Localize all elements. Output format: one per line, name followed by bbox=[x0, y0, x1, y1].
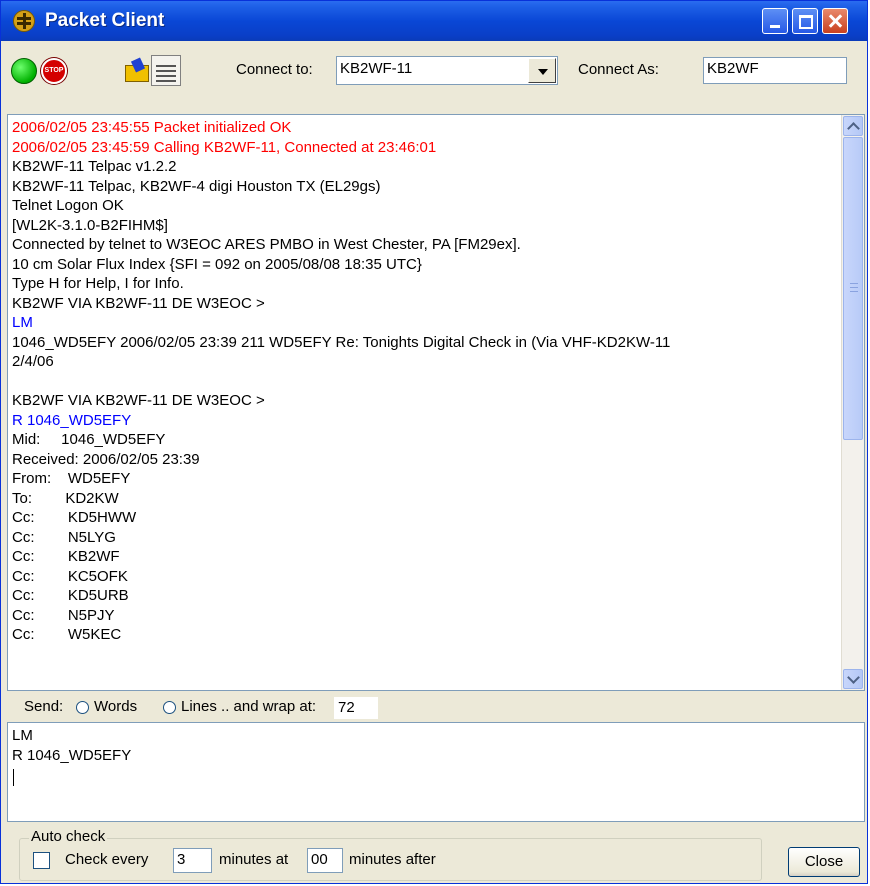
scroll-thumb[interactable] bbox=[843, 137, 863, 440]
log-line: Cc: N5LYG bbox=[12, 528, 116, 546]
log-line: Received: 2006/02/05 23:39 bbox=[12, 450, 200, 468]
log-line: KB2WF-11 Telpac v1.2.2 bbox=[12, 158, 177, 175]
log-line: Telnet Logon OK bbox=[12, 197, 124, 214]
log-line: KB2WF VIA KB2WF-11 DE W3EOC > bbox=[12, 294, 265, 312]
window-title: Packet Client bbox=[45, 10, 165, 31]
check-minutes-input[interactable]: 3 bbox=[173, 848, 212, 873]
log-line: Cc: W5KEC bbox=[12, 626, 122, 643]
log-line: 2/4/06 bbox=[12, 353, 54, 370]
log-line: Type H for Help, I for Info. bbox=[12, 275, 184, 292]
log-line: From: WD5EFY bbox=[12, 470, 131, 487]
log-line: R 1046_WD5EFY bbox=[12, 411, 132, 429]
connect-as-input[interactable]: KB2WF bbox=[703, 57, 847, 84]
message-editor[interactable]: LM R 1046_WD5EFY bbox=[7, 722, 865, 822]
check-every-label: Check every bbox=[65, 851, 149, 868]
log-line: Cc: KD5HWW bbox=[12, 509, 137, 526]
log-line: Cc: KC5OFK bbox=[12, 567, 128, 585]
editor-line: R 1046_WD5EFY bbox=[12, 746, 132, 764]
connect-to-value: KB2WF-11 bbox=[340, 60, 413, 77]
scroll-up-icon[interactable] bbox=[843, 116, 863, 136]
log-line: LM bbox=[12, 314, 33, 331]
log-line: Cc: KD5URB bbox=[12, 587, 129, 604]
words-label: Words bbox=[94, 698, 138, 715]
lines-wrap-label: Lines .. and wrap at: bbox=[181, 698, 317, 715]
minutes-at-label: minutes at bbox=[219, 851, 289, 868]
connect-to-dropdown[interactable]: KB2WF-11 bbox=[336, 56, 558, 85]
editor-lines: LM R 1046_WD5EFY bbox=[8, 726, 131, 765]
log-line: 2006/02/05 23:45:59 Calling KB2WF-11, Co… bbox=[12, 138, 437, 156]
connect-to-label: Connect to: bbox=[236, 61, 313, 78]
close-button[interactable]: Close bbox=[788, 847, 860, 877]
app-icon bbox=[13, 10, 35, 32]
minutes-after-input[interactable]: 00 bbox=[307, 848, 343, 873]
connect-as-label: Connect As: bbox=[578, 61, 659, 78]
text-caret bbox=[13, 769, 14, 786]
chevron-down-icon[interactable] bbox=[528, 58, 556, 83]
log-line: 10 cm Solar Flux Index {SFI = 092 on 200… bbox=[12, 255, 422, 273]
log-line: [WL2K-3.1.0-B2FIHM$] bbox=[12, 216, 168, 234]
stop-icon[interactable]: STOP bbox=[41, 58, 67, 84]
minimize-button[interactable] bbox=[762, 8, 788, 34]
keyboard-icon[interactable] bbox=[151, 55, 181, 86]
session-log[interactable]: 2006/02/05 23:45:55 Packet initialized O… bbox=[7, 114, 865, 691]
wrap-at-input[interactable]: 72 bbox=[334, 697, 378, 719]
log-line: KB2WF VIA KB2WF-11 DE W3EOC > bbox=[12, 392, 265, 409]
scroll-down-icon[interactable] bbox=[843, 669, 863, 689]
minutes-after-label: minutes after bbox=[349, 851, 436, 868]
log-line: 1046_WD5EFY 2006/02/05 23:39 211 WD5EFY … bbox=[12, 333, 671, 351]
lines-radio[interactable] bbox=[163, 701, 176, 714]
vertical-scrollbar[interactable] bbox=[841, 115, 864, 690]
words-radio[interactable] bbox=[76, 701, 89, 714]
open-folder-icon[interactable] bbox=[125, 57, 149, 82]
auto-check-label: Auto check bbox=[29, 828, 108, 845]
log-line: KB2WF-11 Telpac, KB2WF-4 digi Houston TX… bbox=[12, 177, 381, 195]
close-window-button[interactable] bbox=[822, 8, 848, 34]
maximize-button[interactable] bbox=[792, 8, 818, 34]
editor-line: LM bbox=[12, 727, 33, 744]
check-every-checkbox[interactable] bbox=[33, 852, 50, 869]
log-line: Cc: KB2WF bbox=[12, 548, 120, 565]
connect-icon[interactable] bbox=[11, 58, 37, 84]
title-bar[interactable]: Packet Client bbox=[1, 1, 867, 41]
send-label: Send: bbox=[24, 698, 64, 715]
log-line: Cc: N5PJY bbox=[12, 606, 115, 624]
log-line: 2006/02/05 23:45:55 Packet initialized O… bbox=[12, 119, 292, 136]
log-line: Mid: 1046_WD5EFY bbox=[12, 431, 166, 448]
log-line: Connected by telnet to W3EOC ARES PMBO i… bbox=[12, 236, 521, 253]
log-line: To: KD2KW bbox=[12, 489, 119, 507]
packet-client-window: Packet Client STOP Connect to: KB2WF-11 … bbox=[0, 0, 868, 884]
log-lines: 2006/02/05 23:45:55 Packet initialized O… bbox=[12, 118, 838, 645]
